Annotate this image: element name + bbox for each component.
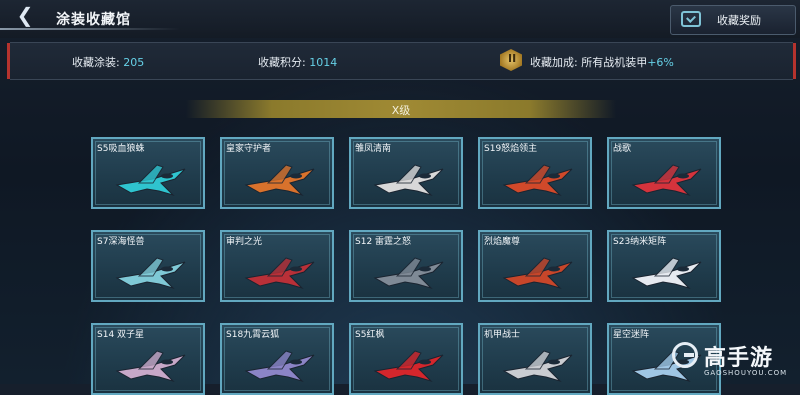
skin-card[interactable]: 机甲战士 [478, 323, 592, 395]
page-title: 涂装收藏馆 [56, 12, 131, 28]
skin-card-label: S18九霄云狐 [226, 330, 280, 340]
section-header: X级 [186, 100, 616, 118]
skin-card-label: 战歌 [613, 144, 632, 154]
collected-label: 收藏涂装: [72, 56, 120, 69]
collection-stats-bar: 收藏涂装: 205 收藏积分: 1014 II 收藏加成: 所有战机装甲+6% [7, 42, 796, 80]
fighter-jet-icon [244, 164, 315, 197]
collection-reward-button[interactable]: 收藏奖励 [670, 5, 796, 35]
fighter-jet-icon [244, 350, 315, 383]
skin-card-label: S5吸血狼蛛 [97, 144, 145, 154]
skin-card[interactable]: S14 双子星 [91, 323, 205, 395]
skin-card-label: S23纳米矩阵 [613, 237, 667, 247]
skin-card-label: 烈焰魔尊 [484, 237, 521, 247]
skin-card[interactable]: S12 雷霆之怒 [349, 230, 463, 302]
title-underline [0, 28, 180, 30]
collection-bonus: 收藏加成: 所有战机装甲+6% [530, 54, 674, 70]
skin-card[interactable]: S7深海怪兽 [91, 230, 205, 302]
skin-card[interactable]: 审判之光 [220, 230, 334, 302]
fighter-jet-icon [373, 257, 444, 290]
bonus-value: +6% [647, 56, 674, 69]
skin-card-label: 星空迷阵 [613, 330, 650, 340]
watermark-text: 高手游 [704, 346, 774, 371]
points-value: 1014 [309, 56, 338, 69]
fighter-jet-icon [373, 164, 444, 197]
fighter-jet-icon [631, 257, 702, 290]
collection-points: 收藏积分: 1014 [258, 54, 337, 70]
skin-card-label: 机甲战士 [484, 330, 521, 340]
bonus-badge-icon: II [500, 49, 522, 71]
reward-button-label: 收藏奖励 [717, 14, 761, 27]
skin-card[interactable]: 雏凤清南 [349, 137, 463, 209]
skin-card[interactable]: 烈焰魔尊 [478, 230, 592, 302]
collected-value: 205 [123, 56, 145, 69]
section-label: X级 [391, 104, 411, 117]
skin-card[interactable]: S23纳米矩阵 [607, 230, 721, 302]
fighter-jet-icon [115, 350, 186, 383]
fighter-jet-icon [373, 350, 444, 383]
fighter-jet-icon [244, 257, 315, 290]
watermark: 高手游 GAOSHOUYOU.COM [668, 336, 800, 384]
back-arrow-icon[interactable]: ❮ [10, 4, 40, 26]
skin-card-label: S19怒焰领主 [484, 144, 538, 154]
fighter-jet-icon [502, 350, 573, 383]
top-bar: ❮ 涂装收藏馆 收藏奖励 [0, 0, 800, 38]
fighter-jet-icon [502, 257, 573, 290]
skin-card-label: S5红枫 [355, 330, 385, 340]
skin-card[interactable]: S19怒焰领主 [478, 137, 592, 209]
fighter-jet-icon [115, 164, 186, 197]
skin-card[interactable]: S18九霄云狐 [220, 323, 334, 395]
skin-card-label: S14 双子星 [97, 330, 145, 340]
stats-accent-left [7, 43, 10, 79]
skin-card[interactable]: 皇家守护者 [220, 137, 334, 209]
stats-accent-right [793, 43, 796, 79]
skin-card-label: S12 雷霆之怒 [355, 237, 412, 247]
points-label: 收藏积分: [258, 56, 306, 69]
skin-card-label: 皇家守护者 [226, 144, 272, 154]
watermark-logo-icon [672, 342, 698, 368]
skin-card-label: 雏凤清南 [355, 144, 392, 154]
skin-card[interactable]: 战歌 [607, 137, 721, 209]
skin-card-label: 审判之光 [226, 237, 263, 247]
skin-card[interactable]: S5红枫 [349, 323, 463, 395]
fighter-jet-icon [502, 164, 573, 197]
watermark-subtext: GAOSHOUYOU.COM [704, 369, 788, 377]
fighter-jet-icon [115, 257, 186, 290]
bonus-label: 收藏加成: 所有战机装甲 [530, 56, 648, 69]
collected-count: 收藏涂装: 205 [72, 54, 144, 70]
skin-card-label: S7深海怪兽 [97, 237, 145, 247]
reward-icon [681, 11, 701, 27]
skin-card[interactable]: S5吸血狼蛛 [91, 137, 205, 209]
fighter-jet-icon [631, 164, 702, 197]
